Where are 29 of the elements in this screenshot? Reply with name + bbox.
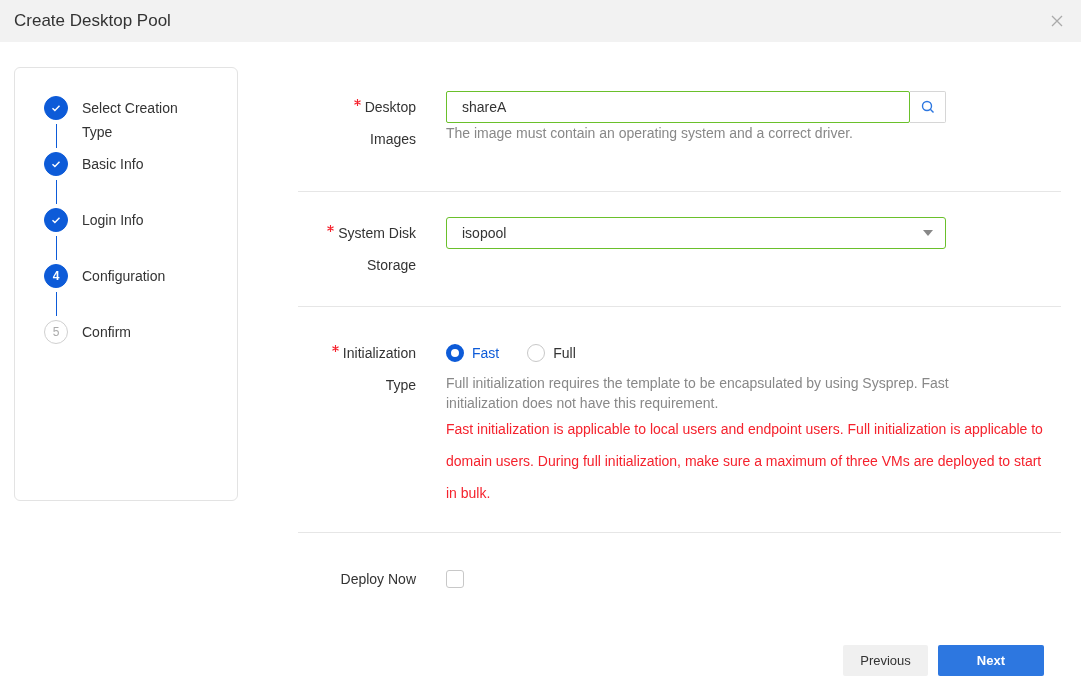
field-label: Deploy Now <box>340 570 416 589</box>
checkbox[interactable] <box>446 570 464 588</box>
field-label: Desktop Images <box>316 91 416 155</box>
radio-option[interactable]: Fast <box>446 344 500 362</box>
next-button[interactable]: Next <box>937 645 1044 676</box>
dropdown-caret-icon <box>923 230 933 236</box>
field-label: System Disk Storage <box>316 217 416 281</box>
step-indicator <box>44 208 68 232</box>
step-indicator: 4 <box>44 264 68 288</box>
image-input-field[interactable]: shareA <box>446 91 910 123</box>
hint-text: The image must contain an operating system and a correct driver. <box>446 124 854 143</box>
dialog-title: Create Desktop Pool <box>14 11 171 31</box>
step-label: Confirm <box>82 323 132 342</box>
radio-option[interactable]: Full <box>527 344 576 362</box>
step-label: Configuration <box>82 267 167 286</box>
step-label: Select Creation Type <box>82 99 179 142</box>
field-label: Initialization Type <box>316 337 416 509</box>
close-icon[interactable] <box>1051 15 1063 27</box>
warning-text: Fast initialization is applicable to local users and endpoint users. Full initialization is applicable to domain users. During full initialization, make sure a maximum of three VMs are deployed to start in bulk. <box>446 420 1044 503</box>
search-button[interactable] <box>910 91 946 123</box>
hint-text: Full initialization requires the template to be encapsulated by using Sysprep. Fast initialization does not have this requirement. <box>446 374 950 413</box>
search-icon <box>920 100 935 114</box>
step-label: Login Info <box>82 211 145 230</box>
step-indicator <box>44 96 68 120</box>
step-indicator <box>44 152 68 176</box>
step-indicator: 5 <box>44 320 68 344</box>
previous-button[interactable]: Previous <box>843 645 928 676</box>
storage-dropdown[interactable]: isopool <box>446 217 946 249</box>
step-label: Basic Info <box>82 155 145 174</box>
